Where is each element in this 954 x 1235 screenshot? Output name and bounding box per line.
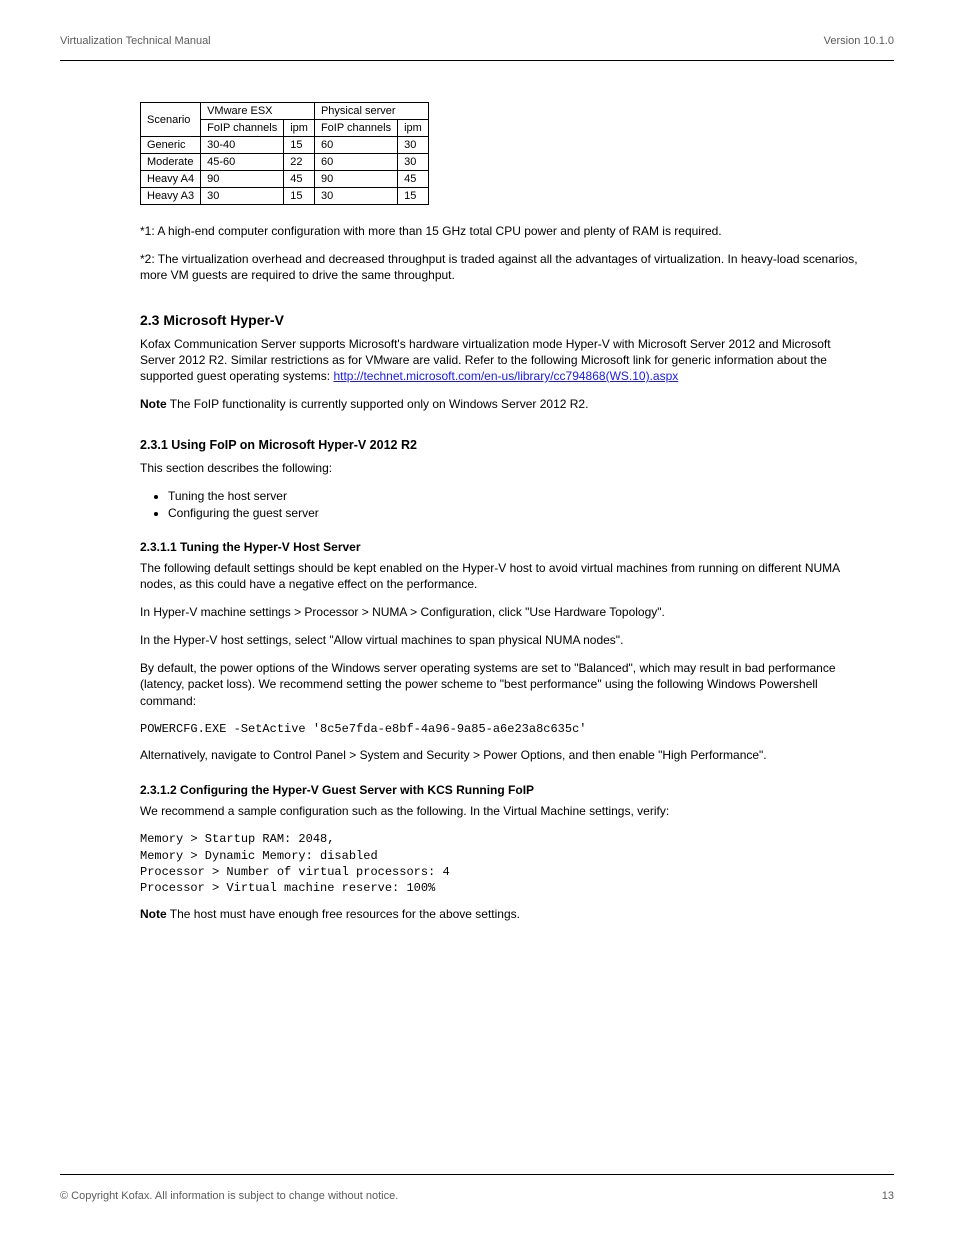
header-left: Virtualization Technical Manual xyxy=(60,35,211,47)
table-row: Heavy A4 90 45 90 45 xyxy=(141,171,429,188)
vm-settings-block: Memory > Startup RAM: 2048, Memory > Dyn… xyxy=(140,831,859,896)
table-row: Moderate 45-60 22 60 30 xyxy=(141,154,429,171)
cell: ipm xyxy=(398,120,429,137)
cell: 60 xyxy=(314,137,397,154)
footnote-1: *1: A high-end computer configuration wi… xyxy=(140,223,859,239)
subsection-intro: This section describes the following: xyxy=(140,460,859,476)
bullet-list: Tuning the host server Configuring the g… xyxy=(168,489,859,520)
tune-para-2: By default, the power options of the Win… xyxy=(140,660,859,709)
cell: 45 xyxy=(284,171,315,188)
cell: 45 xyxy=(398,171,429,188)
footnote-2: *2: The virtualization overhead and decr… xyxy=(140,251,859,283)
cell: 90 xyxy=(314,171,397,188)
footer-right-pagenum: 13 xyxy=(882,1190,894,1202)
list-item: Tuning the host server xyxy=(168,489,859,503)
subsubsection-2311: 2.3.1.1 Tuning the Hyper-V Host Server xyxy=(140,540,859,554)
footer-left: © Copyright Kofax. All information is su… xyxy=(60,1190,398,1202)
cell: Generic xyxy=(141,137,201,154)
cell: 15 xyxy=(284,188,315,205)
cell: FoIP channels xyxy=(201,120,284,137)
tune-cmd-1: In Hyper-V machine settings > Processor … xyxy=(140,604,859,620)
cell: 60 xyxy=(314,154,397,171)
header-right: Version 10.1.0 xyxy=(824,35,894,47)
subsection-231: 2.3.1 Using FoIP on Microsoft Hyper-V 20… xyxy=(140,438,859,452)
top-rule xyxy=(60,60,894,61)
cell: 30 xyxy=(314,188,397,205)
table-row: Scenario VMware ESX Physical server xyxy=(141,103,429,120)
note-label: Note xyxy=(140,907,167,921)
hyperv-intro-paragraph: Kofax Communication Server supports Micr… xyxy=(140,336,859,385)
guest-note: Note The host must have enough free reso… xyxy=(140,906,859,922)
subsubsection-2312: 2.3.1.2 Configuring the Hyper-V Guest Se… xyxy=(140,783,859,797)
cell: 30-40 xyxy=(201,137,284,154)
table-row: Heavy A3 30 15 30 15 xyxy=(141,188,429,205)
cell: Moderate xyxy=(141,154,201,171)
hyperv-note: Note The FoIP functionality is currently… xyxy=(140,396,859,412)
note-text: The FoIP functionality is currently supp… xyxy=(167,397,589,411)
powershell-command: POWERCFG.EXE -SetActive '8c5e7fda-e8bf-4… xyxy=(140,721,859,737)
cell: Heavy A3 xyxy=(141,188,201,205)
cell: ipm xyxy=(284,120,315,137)
note-label: Note xyxy=(140,397,167,411)
cell: FoIP channels xyxy=(314,120,397,137)
cell: 15 xyxy=(284,137,315,154)
tune-cmd-2: In the Hyper-V host settings, select "Al… xyxy=(140,632,859,648)
page-content: Scenario VMware ESX Physical server FoIP… xyxy=(140,102,859,922)
channels-table: Scenario VMware ESX Physical server FoIP… xyxy=(140,102,429,205)
table-row: Generic 30-40 15 60 30 xyxy=(141,137,429,154)
cell: 22 xyxy=(284,154,315,171)
cell: 15 xyxy=(398,188,429,205)
list-item: Configuring the guest server xyxy=(168,506,859,520)
note-text: The host must have enough free resources… xyxy=(167,907,520,921)
tune-para-3: Alternatively, navigate to Control Panel… xyxy=(140,747,859,763)
cell: Scenario xyxy=(141,103,201,137)
tune-para-1: The following default settings should be… xyxy=(140,560,859,592)
cell: 30 xyxy=(201,188,284,205)
cell: Heavy A4 xyxy=(141,171,201,188)
cell: 30 xyxy=(398,137,429,154)
cell: VMware ESX xyxy=(201,103,315,120)
cell: 45-60 xyxy=(201,154,284,171)
cell: 30 xyxy=(398,154,429,171)
cell: 90 xyxy=(201,171,284,188)
technet-link[interactable]: http://technet.microsoft.com/en-us/libra… xyxy=(333,369,678,383)
section-heading-hyperv: 2.3 Microsoft Hyper-V xyxy=(140,312,859,328)
cell: Physical server xyxy=(314,103,428,120)
guest-para-1: We recommend a sample configuration such… xyxy=(140,803,859,819)
bottom-rule xyxy=(60,1174,894,1175)
